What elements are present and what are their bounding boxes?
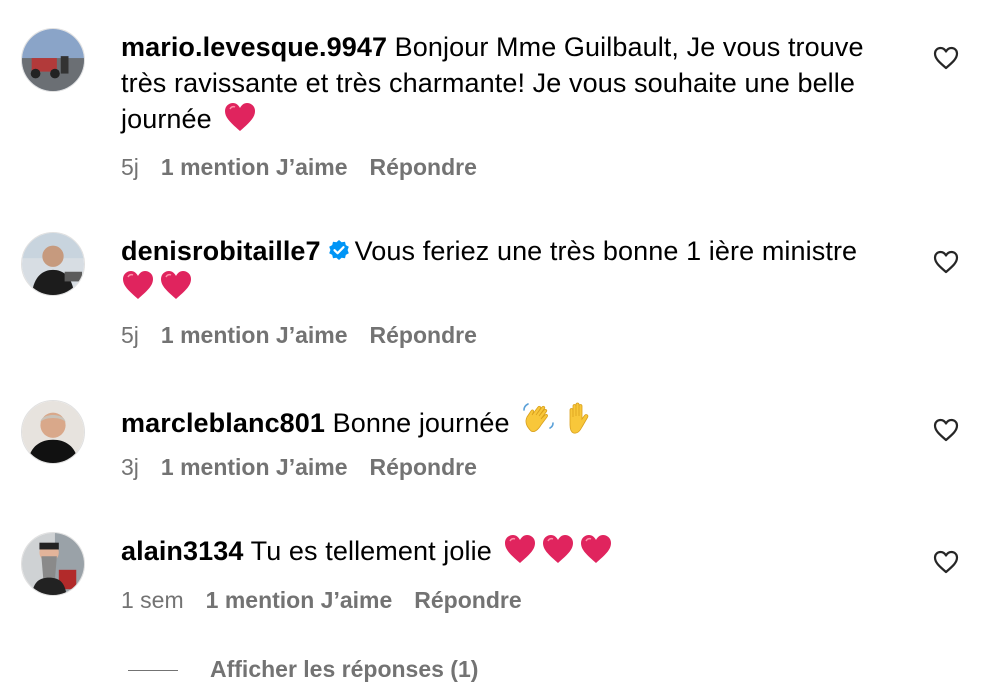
- heart-outline-icon: [933, 250, 959, 274]
- comment-text-block: alain3134 Tu es tellement jolie: [121, 533, 911, 569]
- comment-age: 5j: [121, 322, 139, 348]
- reply-button[interactable]: Répondre: [370, 454, 477, 480]
- comment-meta: 5j 1 mention J’aime Répondre: [121, 152, 477, 182]
- comment-age: 5j: [121, 154, 139, 180]
- waving-hand-emoji-icon: [523, 403, 555, 433]
- like-button[interactable]: [933, 550, 959, 574]
- comment-text: Bonne journée: [332, 408, 510, 438]
- comment-username[interactable]: denisrobitaille7: [121, 236, 321, 266]
- reply-button[interactable]: Répondre: [370, 154, 477, 180]
- comment-meta: 5j 1 mention J’aime Répondre: [121, 320, 477, 350]
- heart-emoji-icon: [505, 535, 536, 563]
- comment-meta: 1 sem 1 mention J’aime Répondre: [121, 585, 522, 615]
- comment-likes-count[interactable]: 1 mention J’aime: [161, 454, 348, 480]
- comment-text: Tu es tellement jolie: [250, 536, 492, 566]
- comment-username[interactable]: mario.levesque.9947: [121, 32, 387, 62]
- avatar[interactable]: [21, 532, 85, 596]
- raised-hand-emoji-icon: [569, 402, 589, 434]
- heart-emoji-icon: [161, 271, 191, 299]
- comment-username[interactable]: marcleblanc801: [121, 408, 325, 438]
- comment-age: 3j: [121, 454, 139, 480]
- comment-likes-count[interactable]: 1 mention J’aime: [161, 322, 348, 348]
- heart-outline-icon: [933, 418, 959, 442]
- comment-text-block: marcleblanc801 Bonne journée: [121, 401, 911, 441]
- comment-text-block: mario.levesque.9947 Bonjour Mme Guilbaul…: [121, 29, 911, 137]
- heart-emoji-icon: [225, 103, 256, 131]
- comment-text-block: denisrobitaille7 Vous feriez une très bon…: [121, 233, 911, 305]
- comment-username[interactable]: alain3134: [121, 536, 244, 566]
- comment-text: Vous feriez une très bonne 1 ière minist…: [354, 236, 858, 266]
- heart-emoji-icon: [123, 271, 153, 299]
- reply-button[interactable]: Répondre: [370, 322, 477, 348]
- comment-likes-count[interactable]: 1 mention J’aime: [161, 154, 348, 180]
- like-button[interactable]: [933, 250, 959, 274]
- avatar[interactable]: [21, 28, 85, 92]
- comment-meta: 3j 1 mention J’aime Répondre: [121, 452, 477, 482]
- avatar[interactable]: [21, 232, 85, 296]
- verified-badge-icon: [328, 240, 349, 260]
- reply-button[interactable]: Répondre: [414, 587, 521, 613]
- heart-emoji-icon: [543, 535, 574, 563]
- comment-likes-count[interactable]: 1 mention J’aime: [206, 587, 393, 613]
- view-replies-button[interactable]: Afficher les réponses (1): [128, 654, 478, 684]
- heart-outline-icon: [933, 46, 959, 70]
- replies-divider-line: [128, 670, 178, 672]
- like-button[interactable]: [933, 46, 959, 70]
- comment-age: 1 sem: [121, 587, 184, 613]
- like-button[interactable]: [933, 418, 959, 442]
- heart-outline-icon: [933, 550, 959, 574]
- heart-emoji-icon: [581, 535, 612, 563]
- avatar[interactable]: [21, 400, 85, 464]
- view-replies-label: Afficher les réponses (1): [210, 656, 479, 682]
